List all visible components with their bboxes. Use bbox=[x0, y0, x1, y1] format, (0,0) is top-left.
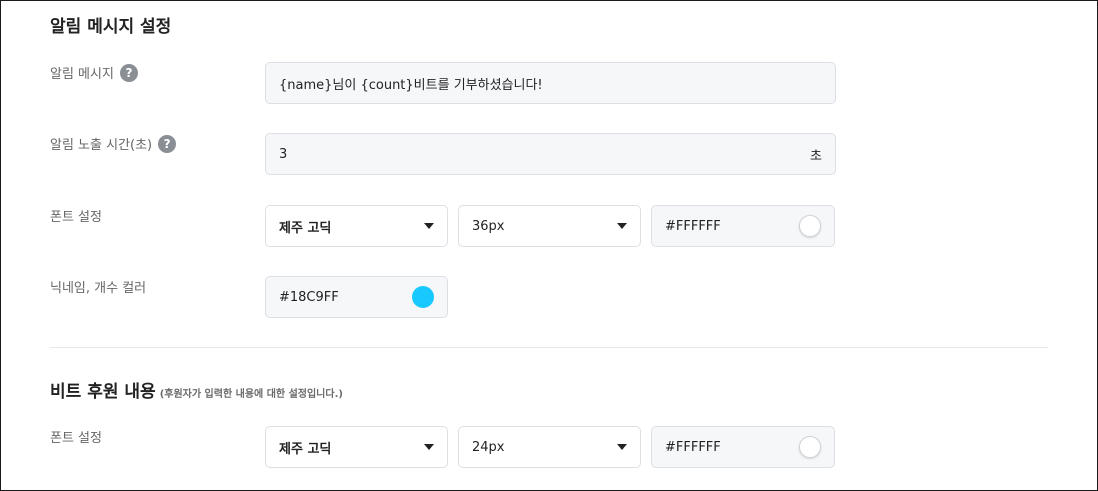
alert-message-value: {name}님이 {count}비트를 기부하셨습니다! bbox=[279, 77, 543, 93]
alert-duration-input[interactable]: 3 초 bbox=[265, 133, 836, 175]
alert-message-label-text: 알림 메시지 bbox=[50, 67, 114, 82]
color-swatch[interactable] bbox=[799, 436, 821, 458]
help-icon[interactable]: ? bbox=[158, 134, 177, 153]
alert-font-label-text: 폰트 설정 bbox=[50, 210, 102, 225]
donation-font-family-value: 제주 고딕 bbox=[279, 441, 332, 457]
alert-duration-label-text: 알림 노출 시간(초) bbox=[50, 138, 153, 153]
alert-message-label: 알림 메시지 ? bbox=[50, 63, 138, 82]
nickname-color-label-text: 닉네임, 개수 컬러 bbox=[50, 281, 147, 296]
settings-panel: 알림 메시지 설정 알림 메시지 ? {name}님이 {count}비트를 기… bbox=[0, 0, 1098, 491]
alert-font-size-value: 36px bbox=[472, 218, 505, 234]
donation-section-subtitle: (후원자가 입력한 내용에 대한 설정입니다.) bbox=[159, 389, 343, 400]
donation-font-color-input[interactable]: #FFFFFF bbox=[651, 426, 835, 468]
donation-font-color-value: #FFFFFF bbox=[665, 439, 721, 455]
section-divider bbox=[50, 347, 1048, 348]
alert-font-size-select[interactable]: 36px bbox=[458, 205, 641, 247]
alert-duration-label: 알림 노출 시간(초) ? bbox=[50, 134, 177, 153]
donation-font-label: 폰트 설정 bbox=[50, 427, 102, 446]
nickname-color-input[interactable]: #18C9FF bbox=[265, 276, 448, 318]
help-icon[interactable]: ? bbox=[119, 63, 138, 82]
alert-message-input[interactable]: {name}님이 {count}비트를 기부하셨습니다! bbox=[265, 62, 836, 104]
color-swatch[interactable] bbox=[412, 286, 434, 308]
chevron-down-icon bbox=[617, 444, 627, 450]
nickname-color-value: #18C9FF bbox=[279, 289, 339, 305]
alert-font-color-value: #FFFFFF bbox=[665, 218, 721, 234]
donation-font-label-text: 폰트 설정 bbox=[50, 431, 102, 446]
donation-section-title: 비트 후원 내용 (후원자가 입력한 내용에 대한 설정입니다.) bbox=[50, 377, 343, 402]
alert-section-title-text: 알림 메시지 설정 bbox=[50, 17, 172, 37]
donation-font-size-select[interactable]: 24px bbox=[458, 426, 641, 468]
donation-font-family-select[interactable]: 제주 고딕 bbox=[265, 426, 448, 468]
alert-duration-value: 3 bbox=[279, 146, 288, 162]
alert-font-family-select[interactable]: 제주 고딕 bbox=[265, 205, 448, 247]
duration-unit: 초 bbox=[810, 148, 822, 164]
alert-font-color-input[interactable]: #FFFFFF bbox=[651, 205, 835, 247]
nickname-color-label: 닉네임, 개수 컬러 bbox=[50, 277, 146, 296]
alert-font-family-value: 제주 고딕 bbox=[279, 220, 332, 236]
chevron-down-icon bbox=[424, 444, 434, 450]
alert-font-label: 폰트 설정 bbox=[50, 206, 102, 225]
alert-section-title: 알림 메시지 설정 bbox=[50, 12, 171, 37]
chevron-down-icon bbox=[617, 223, 627, 229]
chevron-down-icon bbox=[424, 223, 434, 229]
color-swatch[interactable] bbox=[799, 215, 821, 237]
donation-font-size-value: 24px bbox=[472, 439, 505, 455]
donation-section-title-text: 비트 후원 내용 bbox=[50, 382, 156, 402]
